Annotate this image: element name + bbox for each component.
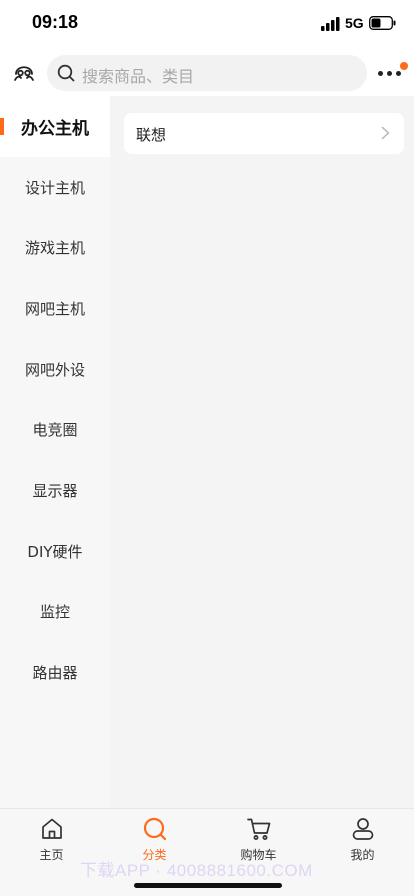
home-icon xyxy=(41,818,62,839)
watermark: 下载APP · 4008881600.COM xyxy=(80,861,313,880)
brand-item-lenovo[interactable]: 联想 xyxy=(124,113,404,154)
battery-icon xyxy=(369,16,396,30)
sidebar-item-label: 游戏主机 xyxy=(24,239,85,258)
sidebar-item-monitors[interactable]: 显示器 xyxy=(0,460,110,521)
sidebar-item-netcafe-pc[interactable]: 网吧主机 xyxy=(0,278,110,339)
sidebar-item-gaming-pc[interactable]: 游戏主机 xyxy=(0,217,110,278)
sidebar-item-label: 电竞圈 xyxy=(32,421,78,440)
notification-badge xyxy=(400,62,408,70)
sidebar-item-label: 设计主机 xyxy=(24,178,85,197)
search-input[interactable]: 搜索商品、类目 xyxy=(47,55,367,91)
sidebar-item-label: DIY硬件 xyxy=(27,542,83,561)
chevron-right-icon xyxy=(381,126,390,140)
sidebar-item-design-pc[interactable]: 设计主机 xyxy=(0,157,110,218)
sidebar-item-label: 网吧主机 xyxy=(24,299,85,318)
home-indicator xyxy=(134,883,282,888)
tab-label: 我的 xyxy=(350,848,375,862)
status-bar: 09:18 5G xyxy=(0,0,414,48)
status-time: 09:18 xyxy=(32,12,79,32)
more-dot xyxy=(378,71,383,76)
header: 搜索商品、类目 xyxy=(0,48,414,96)
sidebar-item-label: 网吧外设 xyxy=(24,360,85,379)
profile-icon xyxy=(352,818,373,840)
sidebar-item-office-pc[interactable]: 办公主机 xyxy=(0,96,110,157)
more-dot xyxy=(396,71,401,76)
network-label: 5G xyxy=(345,15,364,31)
sidebar-item-esports[interactable]: 电竞圈 xyxy=(0,399,110,460)
customer-service-icon[interactable] xyxy=(12,60,36,84)
search-placeholder: 搜索商品、类目 xyxy=(82,67,195,86)
category-search-icon xyxy=(143,817,166,841)
more-dot xyxy=(387,71,392,76)
search-icon xyxy=(57,64,75,82)
category-sidebar: 办公主机 设计主机 游戏主机 网吧主机 网吧外设 电竞圈 显示器 DIY硬件 监… xyxy=(0,96,110,808)
sidebar-item-label: 显示器 xyxy=(32,481,78,500)
sidebar-item-netcafe-peripherals[interactable]: 网吧外设 xyxy=(0,339,110,400)
more-button[interactable] xyxy=(376,60,408,86)
tab-label: 主页 xyxy=(39,848,64,862)
sidebar-item-label: 路由器 xyxy=(32,664,78,683)
sidebar-item-router[interactable]: 路由器 xyxy=(0,642,110,703)
sidebar-item-label: 监控 xyxy=(39,603,70,622)
tab-profile[interactable]: 我的 xyxy=(311,814,414,864)
sidebar-item-label: 办公主机 xyxy=(21,118,89,139)
cart-icon xyxy=(246,818,270,840)
brand-name: 联想 xyxy=(136,126,167,144)
signal-icon xyxy=(321,17,340,31)
sidebar-item-surveillance[interactable]: 监控 xyxy=(0,582,110,643)
sidebar-item-diy-hardware[interactable]: DIY硬件 xyxy=(0,521,110,582)
category-content: 联想 xyxy=(110,96,414,808)
active-indicator xyxy=(0,118,4,135)
